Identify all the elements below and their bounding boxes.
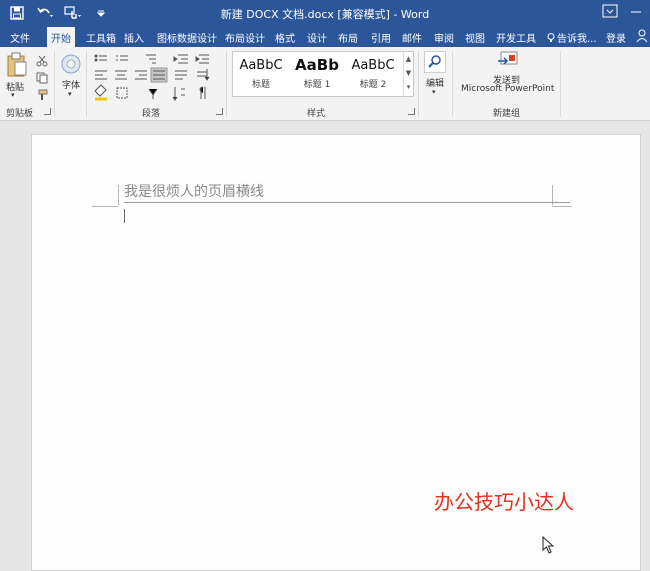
tab-insert[interactable]: 插入	[124, 30, 144, 45]
user-icon[interactable]	[636, 29, 648, 46]
group-divider	[54, 51, 55, 117]
paste-dropdown-icon[interactable]: ▾	[11, 91, 15, 99]
tab-developer[interactable]: 开发工具	[496, 30, 536, 45]
font-group-icon[interactable]	[60, 53, 82, 79]
send-to-powerpoint-icon[interactable]	[497, 51, 519, 73]
group-divider	[226, 51, 227, 117]
powerpoint-label[interactable]: Microsoft PowerPoint	[461, 84, 554, 94]
font-dropdown-icon[interactable]: ▾	[68, 90, 72, 98]
style-item-title[interactable]: AaBbC 标题	[233, 52, 289, 96]
window-controls	[602, 3, 644, 22]
styles-group-label: 样式	[307, 109, 326, 119]
tab-home[interactable]: 开始	[47, 27, 75, 47]
title-bar: 新建 DOCX 文档.docx [兼容模式] - Word	[0, 0, 650, 27]
gallery-down-icon[interactable]: ▼	[404, 66, 413, 80]
text-caret	[124, 209, 125, 223]
crop-mark	[552, 206, 572, 207]
clipboard-launcher-icon[interactable]	[44, 108, 51, 115]
mouse-pointer-icon	[542, 535, 555, 558]
tab-references[interactable]: 引用	[371, 30, 391, 45]
page-header-text[interactable]: 我是很烦人的页眉横线	[124, 181, 264, 201]
tell-me-label: 告诉我...	[557, 34, 597, 45]
paste-label[interactable]: 粘贴	[6, 80, 24, 93]
lightbulb-icon	[547, 32, 555, 42]
group-divider	[418, 51, 419, 117]
format-painter-icon[interactable]	[36, 86, 48, 105]
styles-gallery: AaBbC 标题 AaBb 标题 1 AaBbC 标题 2 ▲ ▼ ▾	[232, 51, 414, 97]
paragraph-buttons	[93, 53, 223, 109]
styles-launcher-icon[interactable]	[408, 108, 415, 115]
tell-me-box[interactable]: 告诉我...	[547, 30, 597, 45]
group-divider	[560, 51, 561, 117]
paste-icon[interactable]	[6, 52, 28, 82]
tab-design[interactable]: 设计	[307, 30, 327, 45]
window-title: 新建 DOCX 文档.docx [兼容模式] - Word	[220, 8, 430, 21]
gallery-scroll[interactable]: ▲ ▼ ▾	[403, 52, 413, 96]
tab-view[interactable]: 视图	[465, 30, 485, 45]
tab-mailings[interactable]: 邮件	[402, 30, 422, 45]
editing-dropdown-icon[interactable]: ▾	[432, 88, 436, 96]
gallery-more-icon[interactable]: ▾	[404, 80, 413, 94]
tab-file[interactable]: 文件	[10, 30, 30, 45]
ribbon: 粘贴 ▾ 剪贴板 字体 ▾ 段落 AaBbC 标题 AaBb 标题 1 AaBb…	[0, 47, 650, 121]
crop-mark	[92, 206, 118, 207]
ribbon-display-options-icon[interactable]	[602, 3, 618, 22]
tab-layout-design[interactable]: 布局设计	[225, 30, 265, 45]
header-underline	[124, 202, 570, 203]
tab-review[interactable]: 审阅	[434, 30, 454, 45]
tab-format[interactable]: 格式	[275, 30, 295, 45]
watermark-text: 办公技巧小达人	[434, 490, 574, 514]
group-divider	[86, 51, 87, 117]
ribbon-tabs: 文件 开始 工具箱 插入 图标数据设计 布局设计 格式 设计 布局 引用 邮件 …	[0, 27, 650, 47]
tab-layout[interactable]: 布局	[338, 30, 358, 45]
clipboard-group-label: 剪贴板	[6, 109, 34, 119]
newgroup-label: 新建组	[493, 109, 521, 119]
paragraph-group-label: 段落	[142, 109, 161, 119]
style-item-heading1[interactable]: AaBb 标题 1	[289, 52, 345, 96]
gallery-up-icon[interactable]: ▲	[404, 52, 413, 66]
crop-mark	[118, 185, 119, 205]
paragraph-launcher-icon[interactable]	[216, 108, 223, 115]
group-divider	[452, 51, 453, 117]
minimize-icon[interactable]	[628, 3, 644, 22]
tab-toolbox[interactable]: 工具箱	[86, 30, 116, 45]
tab-chart-design[interactable]: 图标数据设计	[157, 30, 217, 45]
find-icon[interactable]	[424, 51, 446, 77]
style-item-heading2[interactable]: AaBbC 标题 2	[345, 52, 401, 96]
signin-link[interactable]: 登录	[606, 30, 626, 45]
